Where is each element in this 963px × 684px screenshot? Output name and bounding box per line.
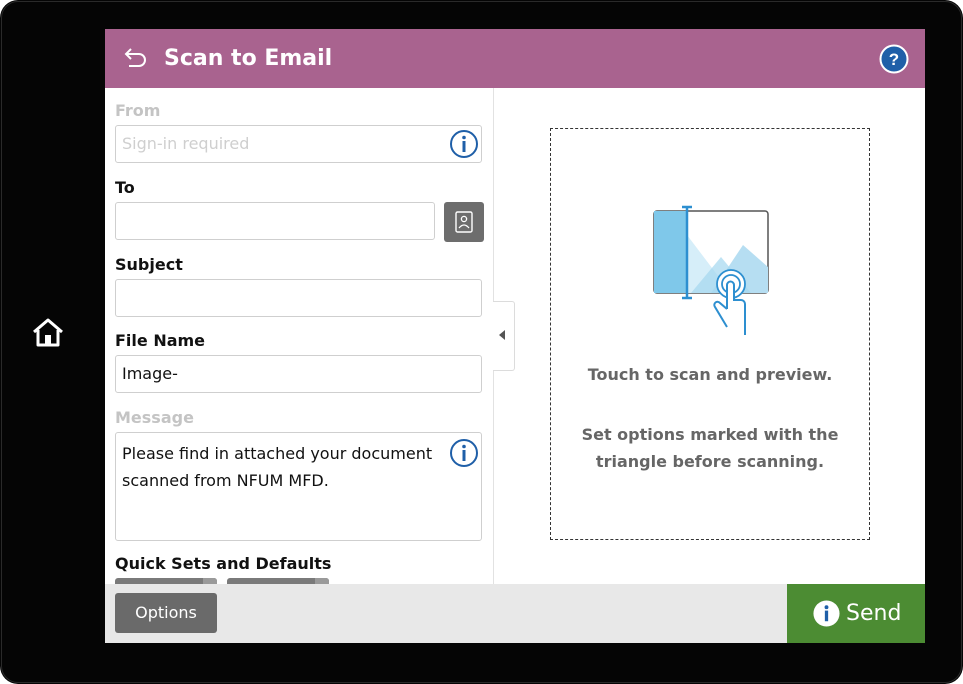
- send-button[interactable]: Send: [787, 584, 925, 643]
- options-button[interactable]: Options: [115, 593, 217, 633]
- collapse-pane-handle[interactable]: [493, 301, 515, 371]
- quick-sets-label: Quick Sets and Defaults: [115, 554, 332, 573]
- contact-card-icon: [455, 211, 473, 233]
- subject-field[interactable]: [115, 279, 482, 317]
- info-icon[interactable]: [449, 129, 479, 159]
- from-field[interactable]: Sign-in required: [115, 125, 482, 163]
- email-form-pane: From Sign-in required To Subject File Na…: [105, 88, 494, 584]
- triangle-left-icon: [499, 330, 505, 340]
- subject-label: Subject: [115, 255, 183, 274]
- contacts-button[interactable]: [444, 202, 484, 242]
- info-icon[interactable]: [449, 438, 479, 468]
- back-arrow-icon[interactable]: [121, 45, 149, 73]
- info-icon: [813, 600, 840, 627]
- home-button[interactable]: [30, 316, 66, 350]
- file-name-value: Image-: [122, 364, 178, 383]
- bottom-action-bar: Options Send: [105, 584, 925, 643]
- home-icon: [33, 318, 63, 347]
- page-title: Scan to Email: [164, 46, 333, 71]
- scan-preview-area[interactable]: Touch to scan and preview. Set options m…: [550, 128, 870, 540]
- touch-screen: Scan to Email ? From Sign-in required To: [105, 29, 925, 643]
- scan-preview-illustration: [653, 205, 769, 335]
- file-name-field[interactable]: Image-: [115, 355, 482, 393]
- message-value: Please find in attached your document sc…: [122, 444, 433, 490]
- scan-options-hint: Set options marked with the triangle bef…: [581, 425, 839, 471]
- svg-text:?: ?: [889, 50, 899, 69]
- file-name-label: File Name: [115, 331, 206, 350]
- printer-device-frame: Scan to Email ? From Sign-in required To: [0, 0, 963, 684]
- title-bar: Scan to Email ?: [105, 29, 925, 88]
- to-label: To: [115, 178, 135, 197]
- message-field[interactable]: Please find in attached your document sc…: [115, 432, 482, 541]
- to-field[interactable]: [115, 202, 435, 240]
- message-label: Message: [115, 408, 194, 427]
- help-icon[interactable]: ?: [879, 44, 909, 74]
- send-label: Send: [846, 601, 902, 626]
- from-label: From: [115, 101, 161, 120]
- touch-to-scan-text: Touch to scan and preview.: [587, 365, 833, 384]
- from-placeholder: Sign-in required: [122, 134, 250, 153]
